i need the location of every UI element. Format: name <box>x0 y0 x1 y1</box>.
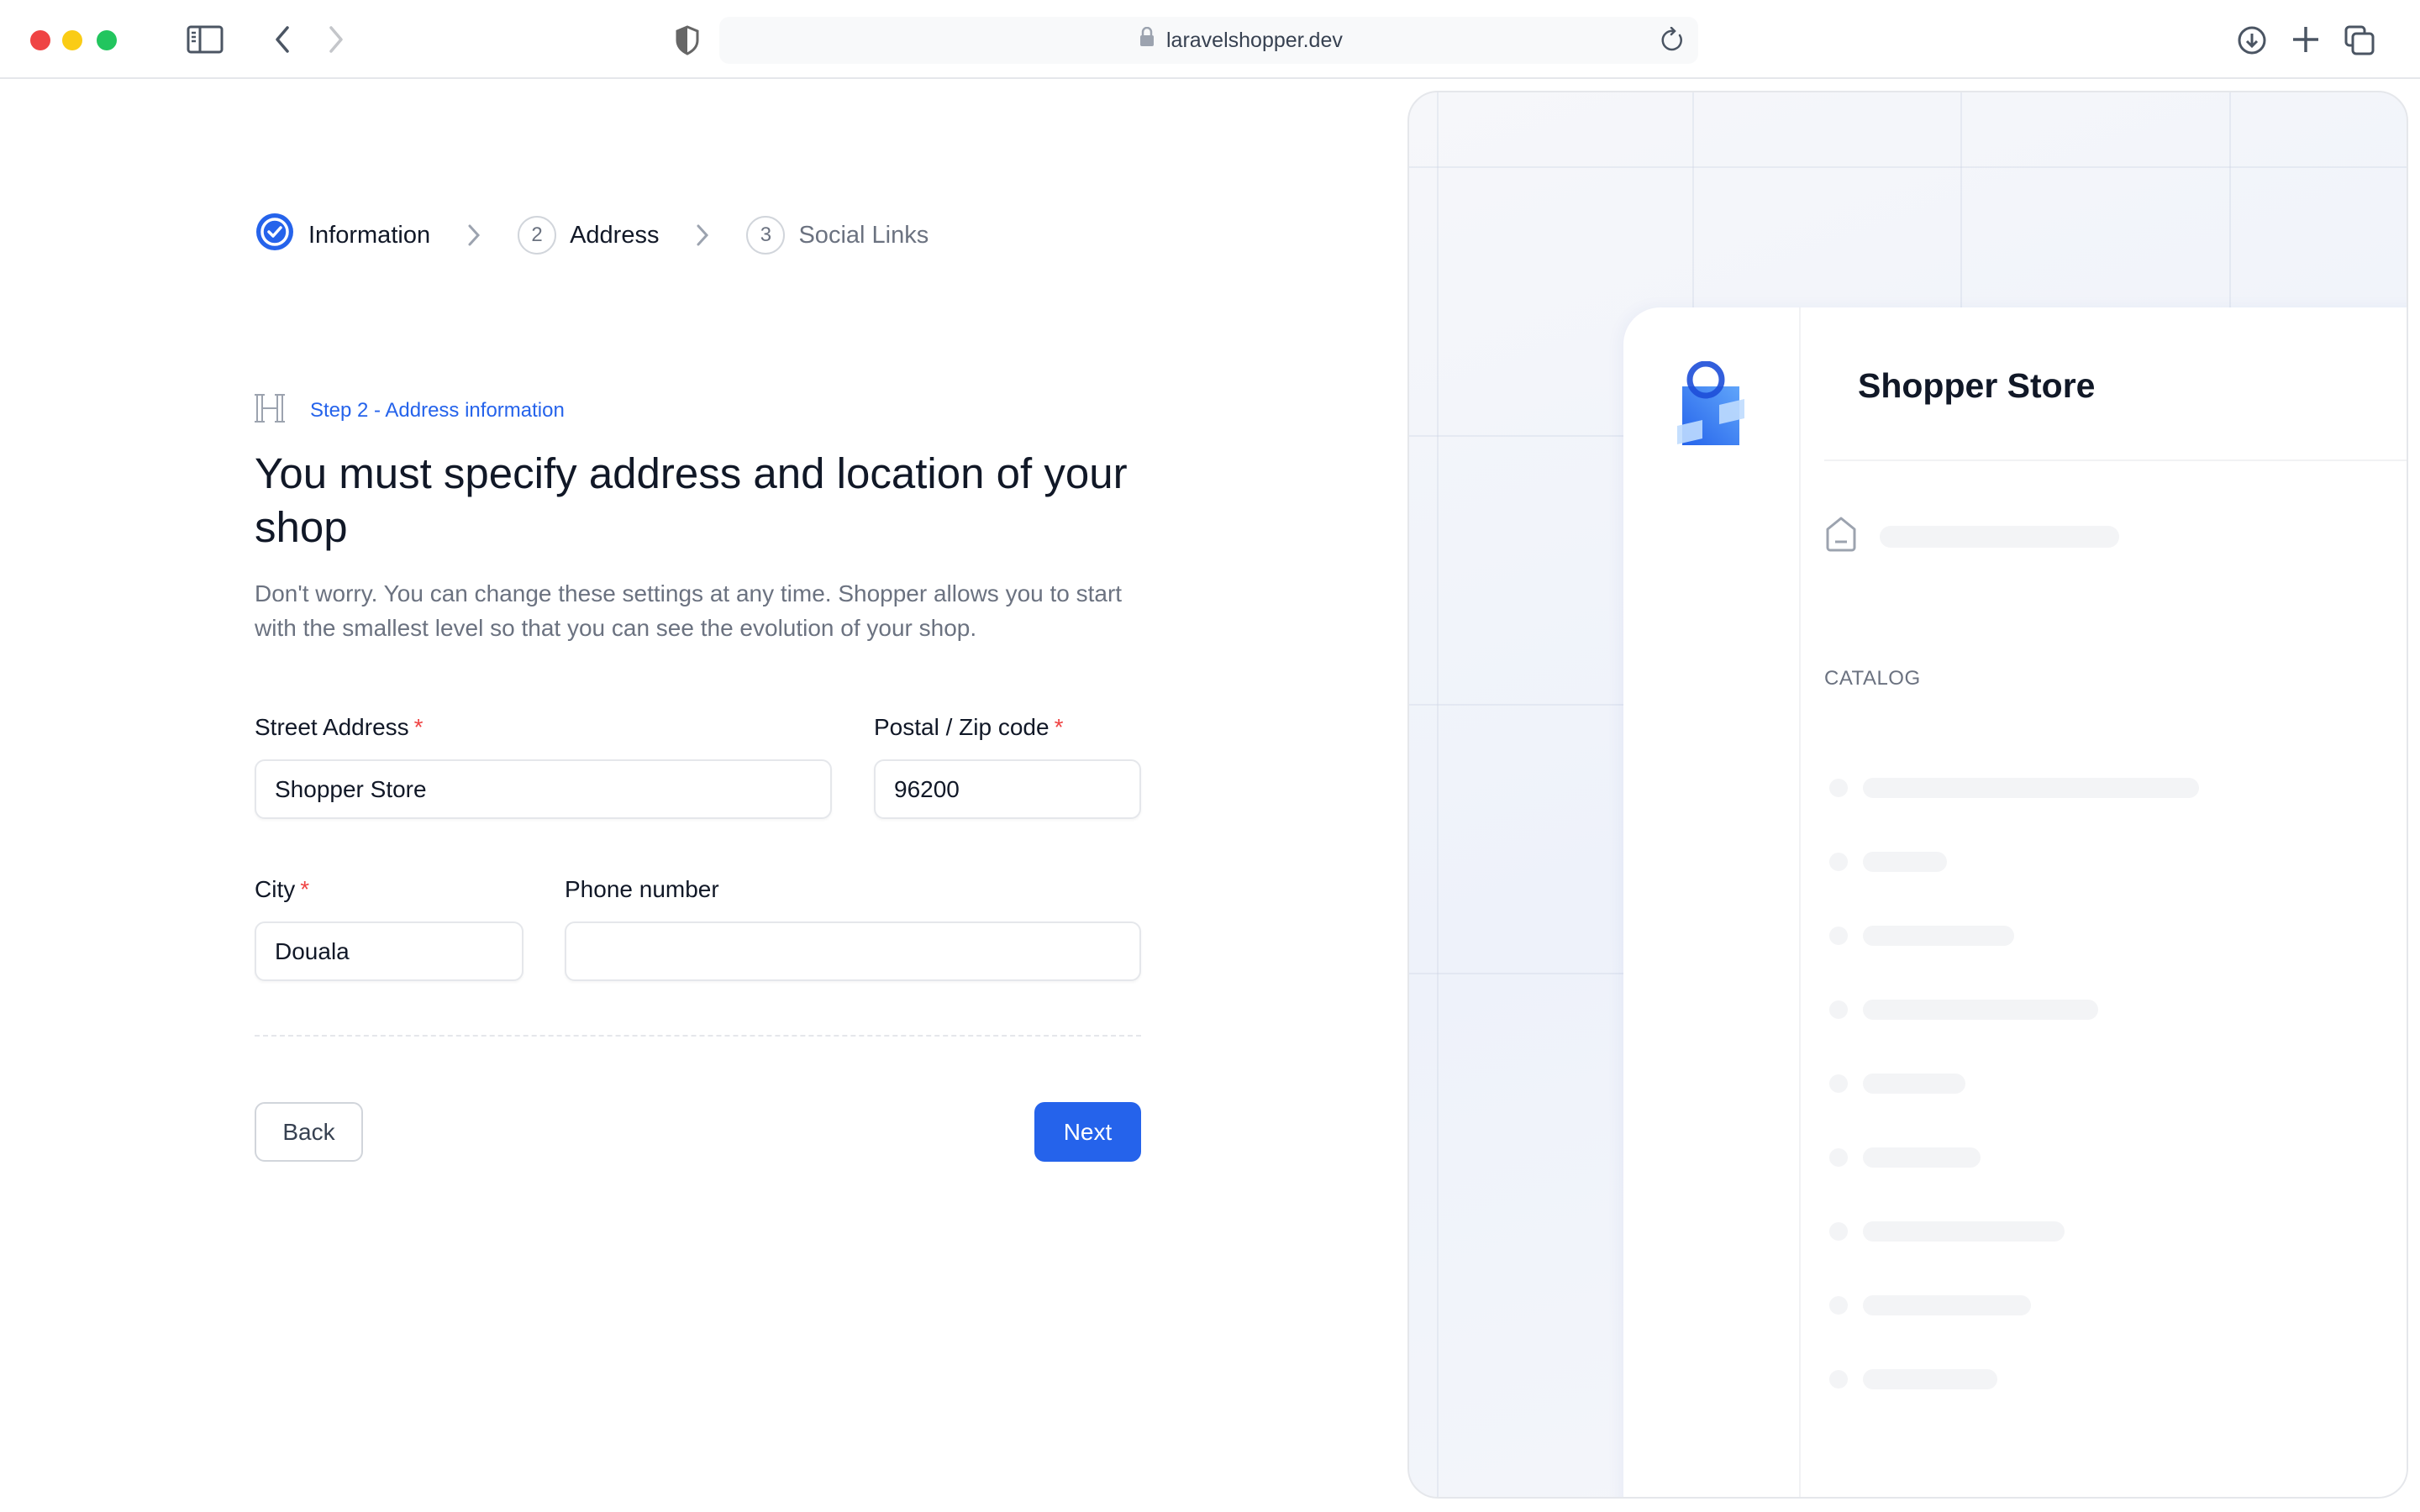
skeleton-dot <box>1829 1074 1848 1093</box>
chevron-right-icon <box>696 223 709 247</box>
page-description: Don't worry. You can change these settin… <box>255 580 1123 641</box>
catalog-nav-item <box>1829 899 2199 973</box>
skeleton-bar <box>1863 1369 1997 1389</box>
store-preview-panel: Shopper Store CATALOG <box>1407 91 2408 1499</box>
tabs-overview-icon[interactable] <box>2344 25 2375 55</box>
phone-number-input[interactable] <box>565 921 1141 981</box>
back-button[interactable]: Back <box>255 1102 363 1162</box>
download-icon[interactable] <box>2237 25 2267 55</box>
city-input[interactable] <box>255 921 523 981</box>
onboarding-stepper: Information 2 Address 3 Social Links <box>255 212 929 259</box>
sidebar-rail <box>1799 307 1801 1497</box>
close-window-button[interactable] <box>30 30 50 50</box>
required-mark: * <box>413 714 424 740</box>
header-divider <box>1824 459 2407 461</box>
skeleton-bar <box>1863 1147 1981 1168</box>
home-icon <box>1824 516 1858 557</box>
step-number: 3 <box>746 216 786 255</box>
catalog-nav-item <box>1829 1194 2199 1268</box>
skeleton-dot <box>1829 1370 1848 1389</box>
step-address[interactable]: 2 Address <box>518 216 659 255</box>
step-social-links[interactable]: 3 Social Links <box>746 216 929 255</box>
lock-icon <box>1139 17 1155 64</box>
skeleton-bar <box>1863 1221 2065 1242</box>
catalog-nav-list <box>1829 751 2199 1416</box>
minimize-window-button[interactable] <box>62 30 82 50</box>
browser-toolbar: laravelshopper.dev <box>0 0 2420 79</box>
grid-line <box>1437 92 1439 1497</box>
back-icon[interactable] <box>272 25 292 54</box>
page-title: You must specify address and location of… <box>255 449 1128 551</box>
city-label: City * <box>255 876 310 902</box>
store-preview-card: Shopper Store CATALOG <box>1623 307 2407 1497</box>
skeleton-dot <box>1829 779 1848 797</box>
skeleton-dot <box>1829 1148 1848 1167</box>
new-tab-icon[interactable] <box>2291 25 2320 54</box>
catalog-nav-item <box>1829 1268 2199 1342</box>
catalog-nav-item <box>1829 825 2199 899</box>
skeleton-dot <box>1829 1000 1848 1019</box>
heading-icon <box>255 391 285 429</box>
skeleton-dot <box>1829 1222 1848 1241</box>
skeleton-bar <box>1880 525 2119 548</box>
step-label: Information <box>308 221 431 249</box>
step-information[interactable]: Information <box>255 212 430 259</box>
step-label: Social Links <box>798 221 929 249</box>
catalog-nav-item <box>1829 1342 2199 1416</box>
postal-code-input[interactable] <box>874 759 1141 819</box>
next-button[interactable]: Next <box>1034 1102 1141 1162</box>
section-tag-text: Step 2 - Address information <box>310 398 565 422</box>
url-text: laravelshopper.dev <box>1166 29 1343 52</box>
form-divider <box>255 1035 1141 1037</box>
required-mark: * <box>1054 714 1064 740</box>
catalog-nav-item <box>1829 1047 2199 1121</box>
skeleton-dot <box>1829 927 1848 945</box>
street-address-label: Street Address * <box>255 714 424 740</box>
skeleton-bar <box>1863 778 2199 798</box>
postal-code-label: Postal / Zip code * <box>874 714 1064 740</box>
chevron-right-icon <box>467 223 481 247</box>
phone-number-label: Phone number <box>565 876 719 902</box>
grid-line <box>1409 166 2407 168</box>
skeleton-bar <box>1863 1295 2031 1315</box>
step-label: Address <box>570 221 660 249</box>
reload-icon[interactable] <box>1660 26 1686 58</box>
store-name: Shopper Store <box>1858 366 2096 405</box>
address-bar[interactable]: laravelshopper.dev <box>719 17 1698 64</box>
street-address-input[interactable] <box>255 759 832 819</box>
section-tag: Step 2 - Address information <box>255 391 565 429</box>
check-circle-icon <box>255 212 295 259</box>
catalog-nav-item <box>1829 751 2199 825</box>
maximize-window-button[interactable] <box>97 30 117 50</box>
skeleton-dot <box>1829 853 1848 871</box>
step-number: 2 <box>518 216 557 255</box>
catalog-nav-item <box>1829 973 2199 1047</box>
sidebar-toggle-icon[interactable] <box>187 25 224 54</box>
skeleton-bar <box>1863 1074 1965 1094</box>
shopper-logo-icon <box>1674 360 1749 445</box>
catalog-nav-item <box>1829 1121 2199 1194</box>
skeleton-bar <box>1863 926 2014 946</box>
catalog-heading: CATALOG <box>1824 667 1921 690</box>
skeleton-bar <box>1863 1000 2098 1020</box>
nav-dashboard <box>1824 516 2119 557</box>
skeleton-dot <box>1829 1296 1848 1315</box>
skeleton-bar <box>1863 852 1947 872</box>
shield-icon[interactable] <box>676 25 699 55</box>
forward-icon[interactable] <box>326 25 346 54</box>
required-mark: * <box>300 876 310 902</box>
